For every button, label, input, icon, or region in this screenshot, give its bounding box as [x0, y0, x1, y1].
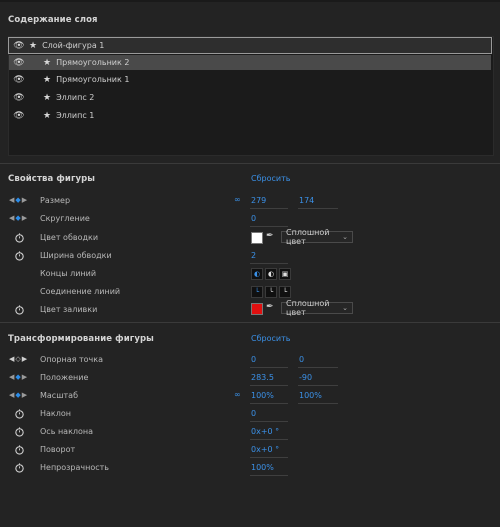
- stroke-type-value: Сплошной цвет: [286, 228, 330, 246]
- layers-list: 👁︎ ★ Слой-фигура 1 👁︎ ★ Прямоугольник 2 …: [8, 36, 494, 156]
- constrain-link-icon[interactable]: ∞: [234, 195, 241, 204]
- rounding-value[interactable]: 0: [251, 214, 256, 223]
- top-edge: [0, 0, 500, 2]
- star-icon: ★: [29, 40, 38, 51]
- line-caps-label: Концы линий: [40, 269, 97, 278]
- opacity-label: Непрозрачность: [40, 463, 109, 472]
- butt-cap-icon[interactable]: ◐: [251, 268, 263, 280]
- size-width-value[interactable]: 279: [251, 196, 266, 205]
- layer-row-ellipse-2[interactable]: 👁︎ ★ Эллипс 2: [9, 90, 491, 105]
- fill-color-swatch[interactable]: [251, 303, 263, 315]
- keyframe-diamond-outline-icon: ◇: [15, 355, 22, 363]
- eyedropper-icon[interactable]: ✒︎: [266, 231, 274, 241]
- keyframe-diamond-icon: ◆: [15, 214, 22, 222]
- constrain-link-icon[interactable]: ∞: [234, 390, 241, 399]
- layer-row-ellipse-1[interactable]: 👁︎ ★ Эллипс 1: [9, 108, 491, 123]
- anchor-label: Опорная точка: [40, 355, 104, 364]
- stroke-color-swatch[interactable]: [251, 232, 263, 244]
- skew-label: Наклон: [40, 409, 71, 418]
- keyframe-diamond-icon: ◆: [15, 373, 22, 381]
- star-icon: ★: [43, 92, 52, 103]
- stopwatch-icon[interactable]: [14, 462, 25, 473]
- stopwatch-icon[interactable]: [14, 444, 25, 455]
- round-cap-icon[interactable]: ◐: [265, 268, 277, 280]
- anchor-y-value[interactable]: 0: [299, 355, 304, 364]
- star-icon: ★: [43, 110, 52, 121]
- shape-reset-link[interactable]: Сбросить: [251, 174, 290, 183]
- stopwatch-icon[interactable]: [14, 426, 25, 437]
- position-label: Положение: [40, 373, 89, 382]
- layer-row-shape-layer-1[interactable]: 👁︎ ★ Слой-фигура 1: [8, 37, 492, 54]
- stopwatch-icon[interactable]: [14, 250, 25, 261]
- round-join-icon[interactable]: ╰: [265, 286, 277, 298]
- star-icon: ★: [43, 57, 52, 68]
- size-label: Размер: [40, 196, 71, 205]
- keyframe-nav[interactable]: ◀◆▶: [9, 391, 28, 399]
- stroke-width-value[interactable]: 2: [251, 251, 256, 260]
- visibility-eye-icon[interactable]: 👁︎: [9, 111, 29, 121]
- layers-panel-title: Содержание слоя: [8, 15, 98, 25]
- stroke-type-dropdown[interactable]: Сплошной цвет ⌄: [281, 228, 353, 246]
- scale-label: Масштаб: [40, 391, 79, 400]
- position-y-value[interactable]: -90: [299, 373, 312, 382]
- visibility-eye-icon[interactable]: 👁︎: [9, 75, 29, 85]
- chevron-down-icon: ⌄: [342, 304, 348, 312]
- skew-value[interactable]: 0: [251, 409, 256, 418]
- keyframe-nav[interactable]: ◀◆▶: [9, 373, 28, 381]
- layer-label: Прямоугольник 2: [56, 58, 130, 67]
- chevron-down-icon: ⌄: [342, 233, 348, 241]
- layer-label: Слой-фигура 1: [42, 41, 105, 50]
- keyframe-diamond-icon: ◆: [15, 196, 22, 204]
- scale-x-value[interactable]: 100%: [251, 391, 274, 400]
- fill-color-label: Цвет заливки: [40, 305, 98, 314]
- stopwatch-icon[interactable]: [14, 232, 25, 243]
- visibility-eye-icon[interactable]: 👁︎: [9, 58, 29, 68]
- stopwatch-icon[interactable]: [14, 304, 25, 315]
- star-icon: ★: [43, 74, 52, 85]
- visibility-eye-icon[interactable]: 👁︎: [9, 41, 29, 51]
- keyframe-diamond-icon: ◆: [15, 391, 22, 399]
- keyframe-nav[interactable]: ◀◇▶: [9, 355, 28, 363]
- layer-label: Эллипс 2: [56, 93, 95, 102]
- stroke-color-label: Цвет обводки: [40, 233, 99, 242]
- shape-props-title: Свойства фигуры: [8, 174, 96, 184]
- rounding-label: Скругление: [40, 214, 90, 223]
- skew-axis-label: Ось наклона: [40, 427, 94, 436]
- keyframe-nav[interactable]: ◀◆▶: [9, 196, 28, 204]
- stroke-width-label: Ширина обводки: [40, 251, 112, 260]
- scale-y-value[interactable]: 100%: [299, 391, 322, 400]
- keyframe-nav[interactable]: ◀◆▶: [9, 214, 28, 222]
- eyedropper-icon[interactable]: ✒︎: [266, 302, 274, 312]
- fill-type-value: Сплошной цвет: [286, 299, 330, 317]
- transform-title: Трансформирование фигуры: [8, 334, 154, 344]
- skew-axis-value[interactable]: 0x+0 °: [251, 427, 279, 436]
- opacity-value[interactable]: 100%: [251, 463, 274, 472]
- miter-join-icon[interactable]: └: [251, 286, 263, 298]
- line-joins-label: Соединение линий: [40, 287, 121, 296]
- layer-label: Прямоугольник 1: [56, 75, 130, 84]
- size-height-value[interactable]: 174: [299, 196, 314, 205]
- bevel-join-icon[interactable]: └: [279, 286, 291, 298]
- layer-label: Эллипс 1: [56, 111, 95, 120]
- section-divider: [0, 322, 500, 323]
- square-cap-icon[interactable]: ▣: [279, 268, 291, 280]
- rotation-label: Поворот: [40, 445, 76, 454]
- stopwatch-icon[interactable]: [14, 408, 25, 419]
- layer-row-rectangle-2[interactable]: 👁︎ ★ Прямоугольник 2: [9, 55, 491, 70]
- layer-row-rectangle-1[interactable]: 👁︎ ★ Прямоугольник 1: [9, 72, 491, 87]
- visibility-eye-icon[interactable]: 👁︎: [9, 93, 29, 103]
- transform-reset-link[interactable]: Сбросить: [251, 334, 290, 343]
- anchor-x-value[interactable]: 0: [251, 355, 256, 364]
- section-divider: [0, 163, 500, 164]
- position-x-value[interactable]: 283.5: [251, 373, 274, 382]
- fill-type-dropdown[interactable]: Сплошной цвет ⌄: [281, 299, 353, 317]
- rotation-value[interactable]: 0x+0 °: [251, 445, 279, 454]
